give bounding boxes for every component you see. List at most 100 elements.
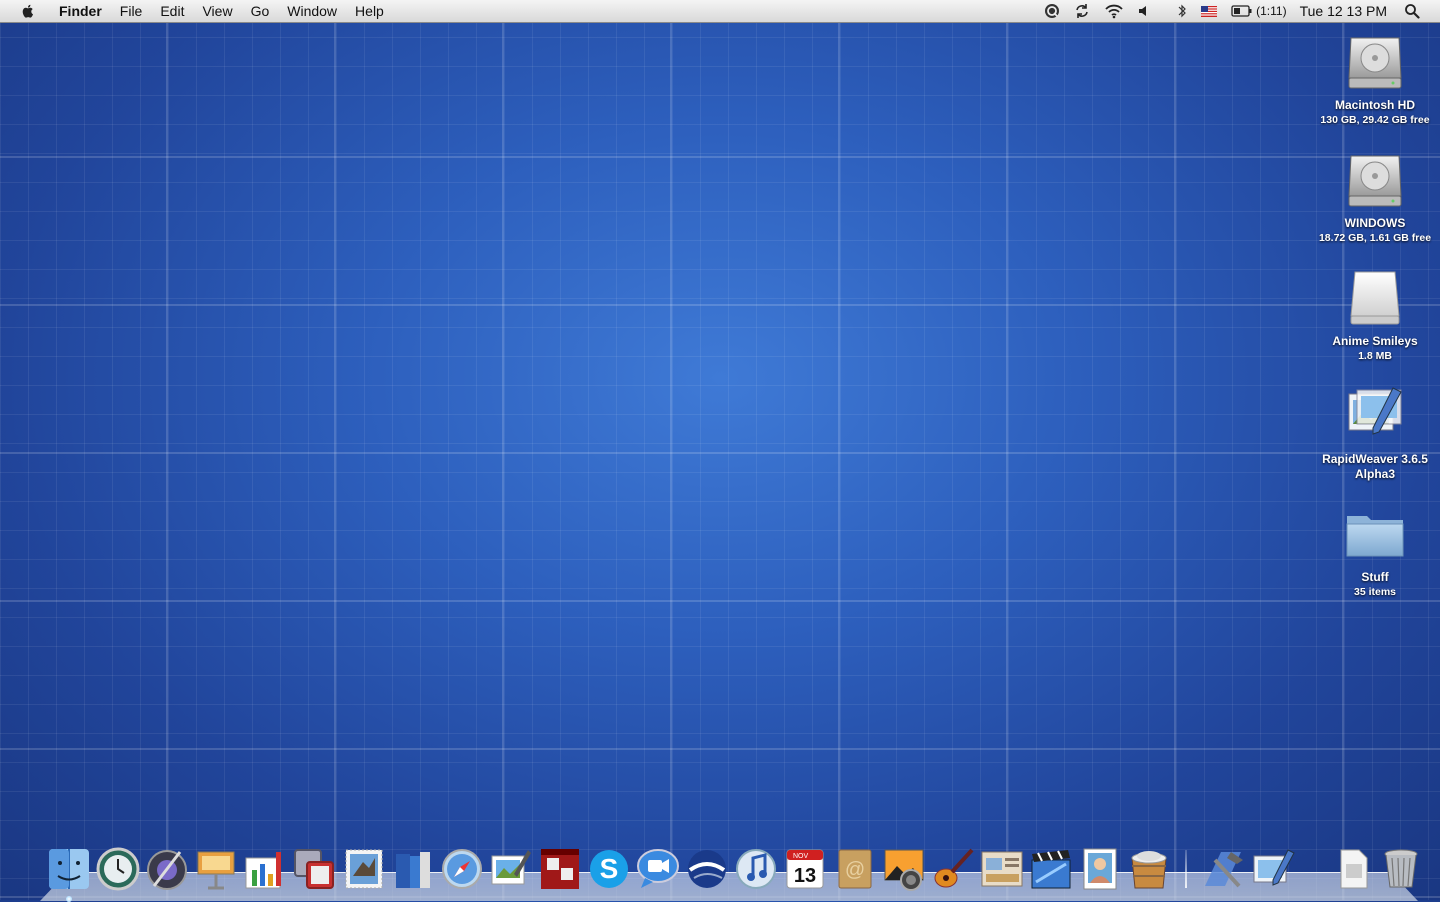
desktop-icon-info: 130 GB, 29.42 GB free — [1320, 114, 1430, 126]
menu-window[interactable]: Window — [278, 0, 346, 22]
menu-view[interactable]: View — [193, 0, 241, 22]
dock-photo-booth[interactable] — [537, 846, 583, 892]
desktop-icon-label: WINDOWS — [1344, 216, 1406, 230]
dock-trash[interactable] — [1378, 846, 1424, 892]
image-capture-icon — [884, 849, 924, 891]
keynote-icon — [197, 851, 235, 890]
hard-drive-icon — [1343, 148, 1407, 212]
imovie-icon — [1031, 850, 1071, 889]
dock-google-earth[interactable] — [684, 846, 730, 892]
desktop-icon-info: 18.72 GB, 1.61 GB free — [1318, 232, 1432, 244]
menu-bar: Finder File Edit View Go Window Help (1:… — [0, 0, 1440, 23]
xcode-icon — [1205, 852, 1244, 888]
dock-garageband[interactable] — [930, 846, 976, 892]
trash-icon — [1384, 849, 1418, 888]
volume-icon[interactable] — [1138, 3, 1150, 19]
disk-image-icon — [1343, 266, 1407, 330]
hard-drive-icon — [1343, 30, 1407, 94]
desktop-wallpaper — [0, 0, 1440, 900]
wifi-icon[interactable] — [1104, 3, 1124, 19]
us-flag-input-icon[interactable] — [1201, 5, 1218, 17]
aperture-icon — [147, 850, 188, 890]
package-icon — [1131, 851, 1167, 889]
dock: S NOV 13 @ — [46, 836, 1428, 902]
spotlight-icon[interactable] — [1404, 3, 1420, 19]
rapidweaver-icon — [1343, 384, 1407, 448]
dock-preview[interactable] — [488, 846, 534, 892]
desktop-icon-anime-smileys[interactable]: Anime Smileys 1.8 MB — [1310, 266, 1440, 363]
skype-icon: S — [590, 850, 629, 888]
menu-go[interactable]: Go — [242, 0, 279, 22]
menu-file[interactable]: File — [111, 0, 152, 22]
running-indicator — [66, 896, 72, 902]
desktop-icon-info: 1.8 MB — [1358, 350, 1392, 362]
dock-finder[interactable] — [46, 846, 92, 902]
dock-image-capture[interactable] — [881, 846, 927, 892]
sync-icon[interactable] — [1074, 3, 1090, 19]
bluetooth-icon[interactable] — [1177, 3, 1187, 19]
dock-mail[interactable] — [341, 846, 387, 892]
garageband-icon — [934, 848, 974, 888]
mail-stamp-icon — [345, 849, 383, 889]
quicksilver-icon[interactable] — [1044, 3, 1060, 19]
desktop-icon-label: RapidWeaver 3.6.5 Alpha3 — [1322, 452, 1428, 481]
folder-icon — [1343, 502, 1407, 566]
desktop-icon-label: Stuff — [1361, 570, 1389, 584]
vmware-icon — [294, 849, 335, 889]
ical-icon: NOV 13 — [786, 849, 824, 889]
dock-address-book[interactable]: @ — [832, 846, 878, 892]
desktop-icon-label: Macintosh HD — [1334, 98, 1415, 112]
books-icon — [395, 852, 430, 888]
apple-menu-icon[interactable] — [20, 3, 36, 19]
document-icon — [1340, 849, 1368, 889]
finder-icon — [49, 849, 89, 889]
dock-package[interactable] — [1126, 846, 1172, 892]
battery-time: (1:11) — [1256, 4, 1287, 18]
dock-keynote[interactable] — [193, 846, 239, 892]
dock-documents-stack[interactable] — [1329, 846, 1375, 892]
svg-text:S: S — [600, 853, 619, 884]
menu-edit[interactable]: Edit — [151, 0, 193, 22]
dock-xcode[interactable] — [1201, 846, 1247, 892]
address-book-icon: @ — [838, 849, 871, 889]
photo-booth-icon — [540, 849, 579, 889]
dock-rapidweaver[interactable] — [1250, 846, 1296, 892]
dock-photo-frame[interactable] — [1077, 846, 1123, 892]
dock-vmware[interactable] — [291, 846, 337, 892]
dock-itunes[interactable] — [733, 846, 779, 892]
dock-safari[interactable] — [439, 846, 485, 892]
safari-icon — [441, 849, 482, 889]
desktop-icon-stuff[interactable]: Stuff 35 items — [1310, 502, 1440, 599]
battery-status[interactable]: (1:11) — [1231, 4, 1287, 18]
ical-month: NOV — [793, 853, 809, 860]
ichat-icon — [637, 849, 680, 888]
desktop-icon-label: Anime Smileys — [1332, 334, 1418, 348]
dock-aperture[interactable] — [144, 846, 190, 892]
dock-imovie[interactable] — [1028, 846, 1074, 892]
photo-frame-icon — [1083, 848, 1117, 890]
preview-icon — [491, 850, 531, 885]
time-machine-icon — [96, 847, 140, 891]
dock-ical[interactable]: NOV 13 — [782, 846, 828, 892]
itunes-icon — [736, 849, 777, 889]
desktop-icon-rapidweaver[interactable]: RapidWeaver 3.6.5 Alpha3 — [1310, 384, 1440, 482]
battery-icon — [1231, 5, 1252, 17]
dock-ichat[interactable] — [635, 846, 681, 892]
desktop-icon-info: 35 items — [1353, 586, 1397, 598]
rapidweaver-icon — [1253, 849, 1295, 886]
iweb-icon — [981, 851, 1023, 887]
svg-text:@: @ — [844, 859, 864, 881]
dock-numbers[interactable] — [242, 846, 288, 892]
desktop-icon-macintosh-hd[interactable]: Macintosh HD 130 GB, 29.42 GB free — [1310, 30, 1440, 127]
dock-skype[interactable]: S — [586, 846, 632, 892]
menu-help[interactable]: Help — [346, 0, 393, 22]
menu-app-finder[interactable]: Finder — [50, 0, 111, 22]
dock-iweb[interactable] — [979, 846, 1025, 892]
dock-books[interactable] — [390, 846, 436, 892]
numbers-icon — [245, 852, 282, 889]
menu-clock[interactable]: Tue 12 13 PM — [1300, 3, 1387, 19]
dock-time-machine[interactable] — [95, 846, 141, 892]
dock-separator — [1185, 850, 1188, 888]
desktop-icon-windows[interactable]: WINDOWS 18.72 GB, 1.61 GB free — [1310, 148, 1440, 245]
google-earth-icon — [688, 850, 727, 888]
